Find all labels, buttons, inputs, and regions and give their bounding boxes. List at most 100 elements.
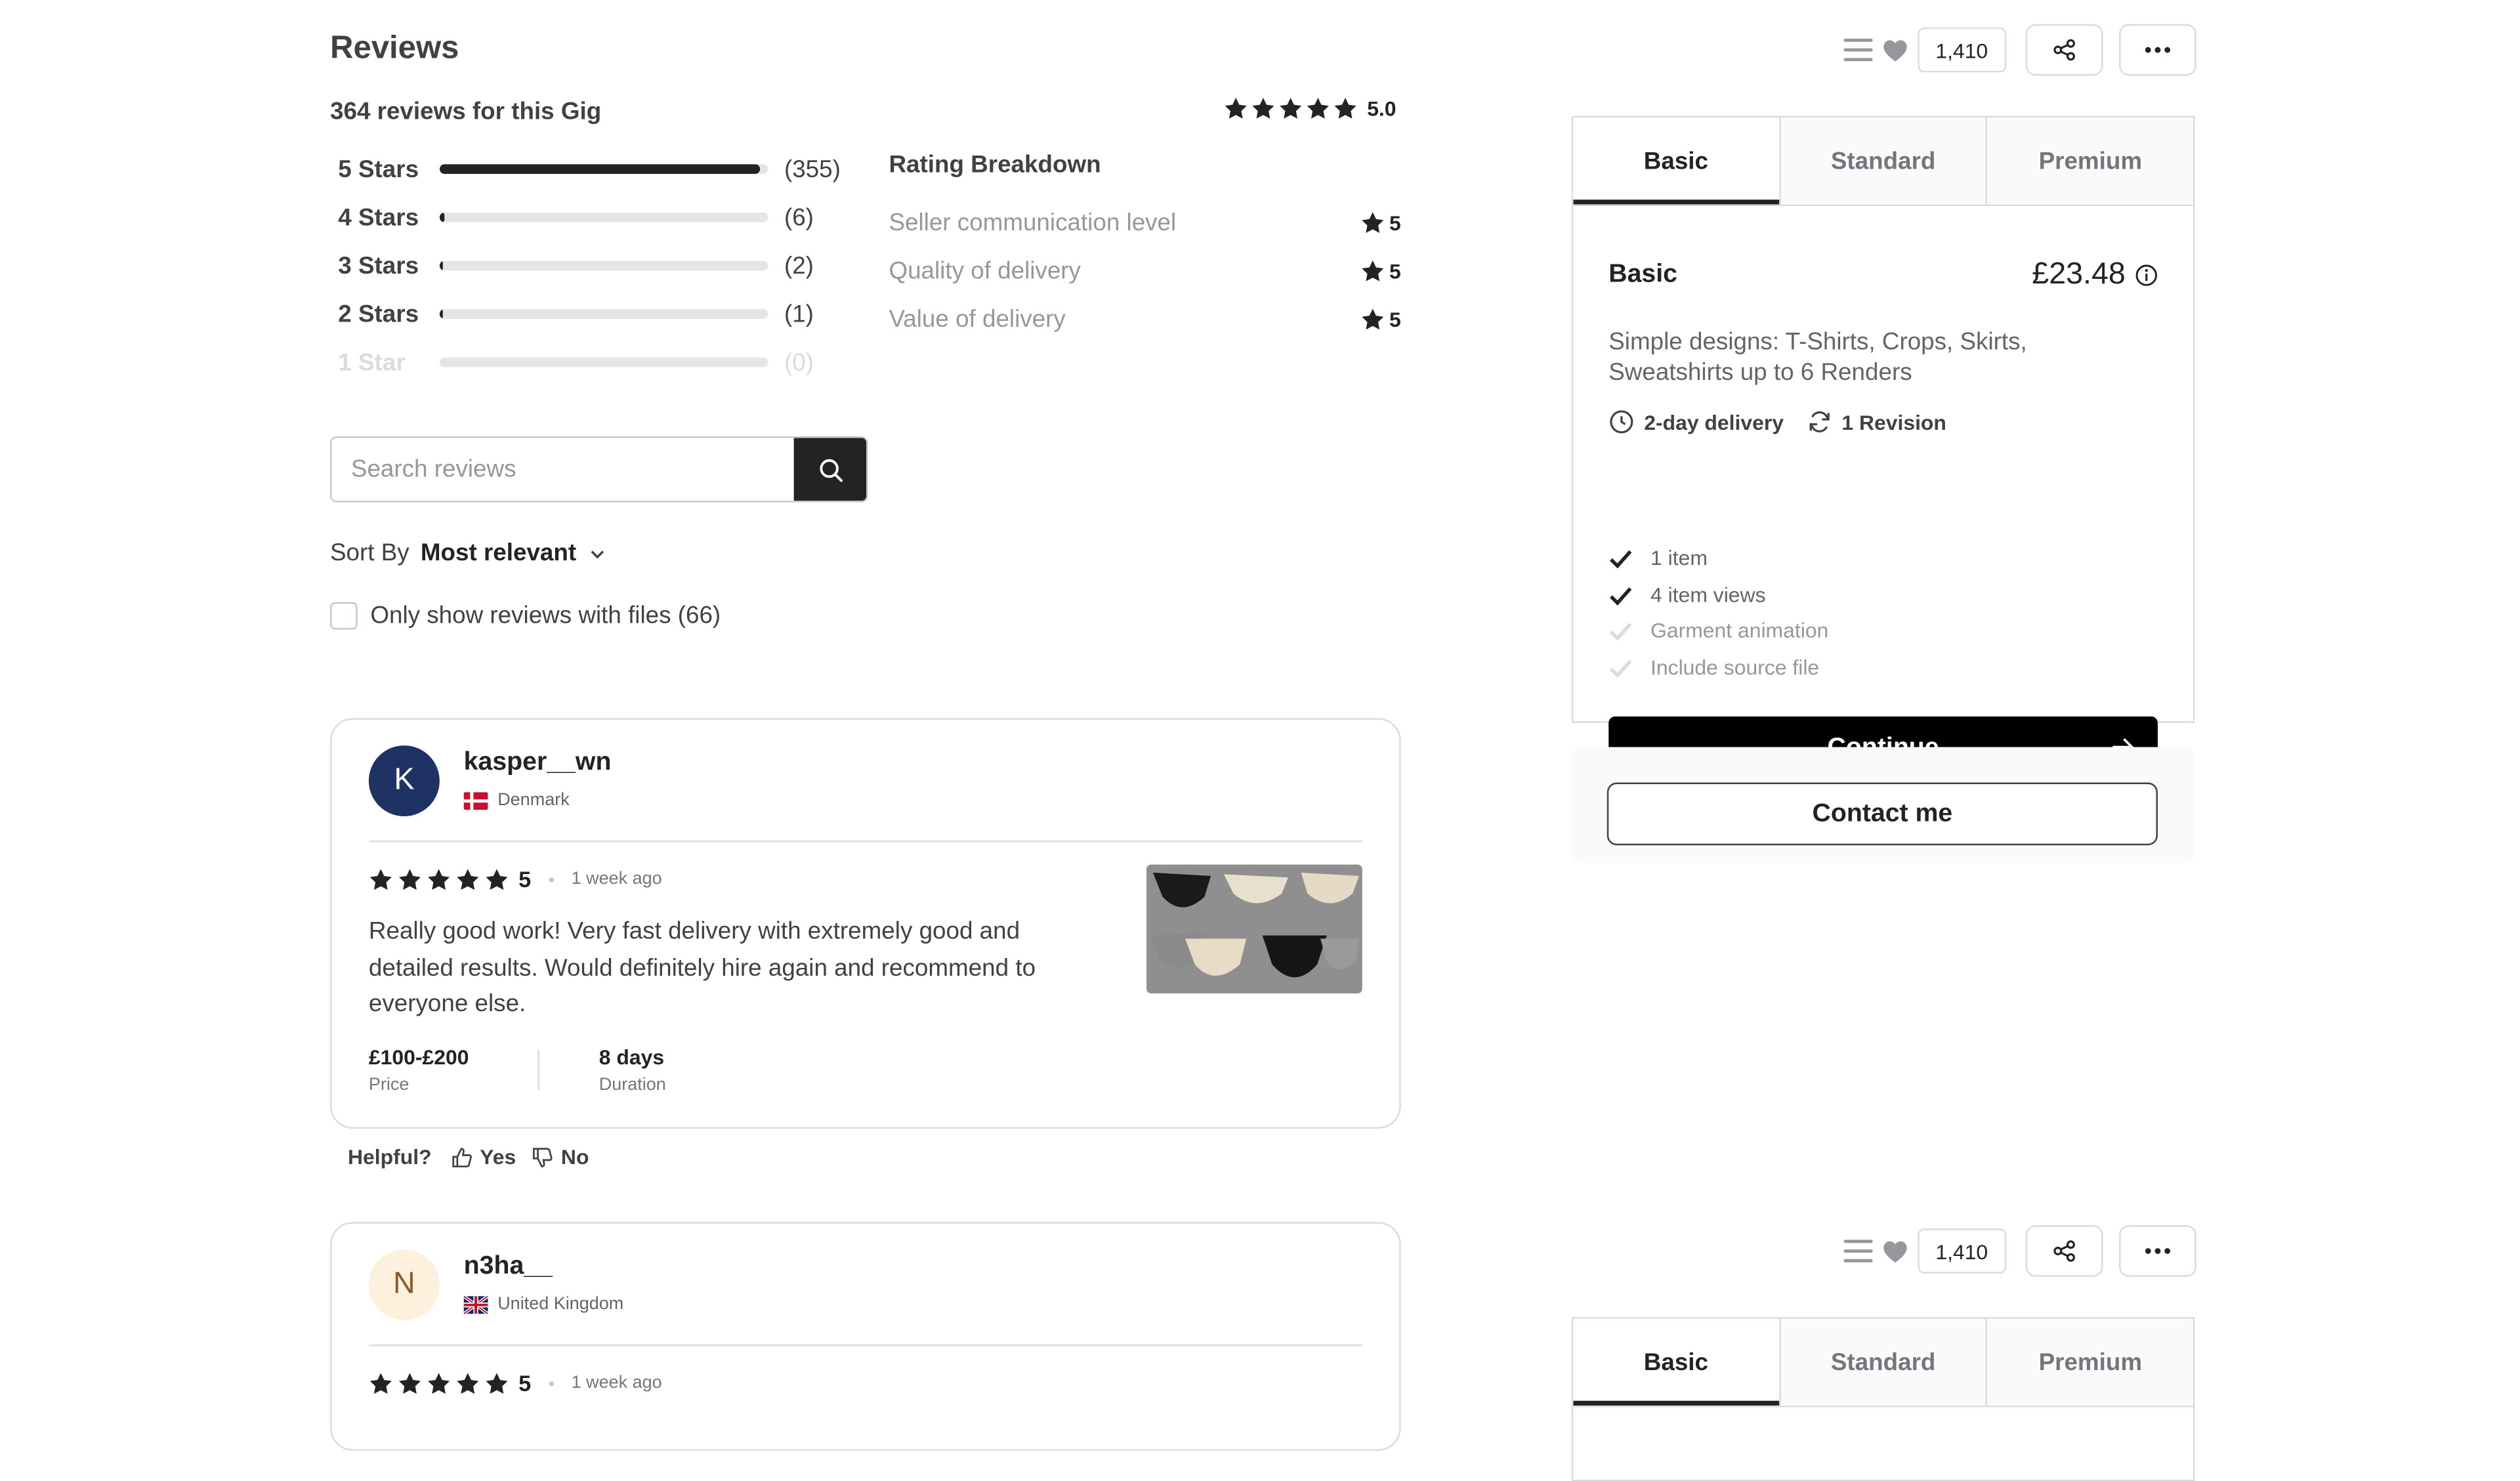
star-icon [1224,96,1248,121]
star-bar-track [439,261,768,271]
star-bar-count: (0) [784,348,814,376]
thumbs-up-icon [452,1147,472,1167]
star-bar-track [439,309,768,319]
share-button[interactable] [2025,1225,2103,1277]
review-duration: 8 days Duration [599,1045,666,1095]
star-bar-1: 1 Star (0) [338,346,814,379]
review-time: 1 week ago [571,1373,662,1393]
reviews-count: 364 reviews for this Gig [330,98,602,126]
avatar[interactable]: K [368,745,440,817]
review-search [330,436,868,503]
more-options-button[interactable] [2119,24,2196,76]
feature-label: 1 item [1650,545,1708,570]
check-icon [1610,621,1632,640]
separator-dot [549,877,554,882]
review-rating: 5 1 week ago [369,1370,662,1396]
breakdown-row: Quality of delivery 5 [889,258,1400,285]
tab-basic[interactable]: Basic [1573,117,1779,205]
review-rating: 5 1 week ago [369,866,662,892]
tab-standard[interactable]: Standard [1778,1318,1986,1406]
feature-label: Include source file [1650,655,1820,680]
helpful-yes-label: Yes [480,1144,516,1169]
separator-dot [549,1381,554,1386]
share-icon [2053,39,2075,61]
heart-icon[interactable] [1882,1239,1908,1263]
overall-rating-value: 5.0 [1367,96,1396,121]
star-icon [369,867,393,891]
review-price: £100-£200 Price [369,1045,469,1095]
star-bar-4[interactable]: 4 Stars (6) [338,201,814,234]
rating-breakdown-title: Rating Breakdown [889,151,1101,179]
star-bar-label: 2 Stars [338,300,419,328]
star-bar-2[interactable]: 2 Stars (1) [338,298,814,330]
gig-actions: 1,410 [1843,27,2006,73]
star-icon [427,1371,451,1395]
star-icon [1334,96,1358,121]
star-bar-fill [439,164,760,174]
helpful-label: Helpful? [347,1144,432,1169]
star-bar-3[interactable]: 3 Stars (2) [338,249,814,282]
share-icon [2053,1240,2075,1262]
list-icon[interactable] [1843,1240,1873,1262]
package-card: Basic Standard Premium Basic £23.48 Simp… [1571,115,2195,780]
star-icon [485,867,509,891]
tab-basic[interactable]: Basic [1573,1318,1779,1406]
sort-value: Most relevant [420,539,577,567]
tab-premium[interactable]: Premium [1986,117,2193,205]
star-icon [1278,96,1303,121]
list-icon[interactable] [1843,38,1873,62]
reviews-title: Reviews [330,30,459,66]
avatar[interactable]: N [368,1249,440,1321]
star-bar-label: 4 Stars [338,203,419,232]
files-filter[interactable]: Only show reviews with files (66) [330,602,721,630]
contact-me-button[interactable]: Contact me [1606,782,2158,846]
search-button[interactable] [793,438,867,501]
star-bar-5[interactable]: 5 Stars (355) [338,153,841,185]
star-bar-label: 1 Star [338,348,406,376]
share-button[interactable] [2025,24,2103,76]
more-options-button[interactable] [2119,1225,2196,1277]
heart-icon[interactable] [1882,38,1908,62]
package-delivery-info: 2-day delivery 1 Revision [1608,409,1946,434]
revisions: 1 Revision [1841,409,1946,434]
breakdown-row: Value of delivery 5 [889,306,1400,333]
price-label: Price [368,1075,410,1095]
star-bar-count: (6) [784,203,814,232]
review-rating-value: 5 [518,1370,532,1396]
tab-premium[interactable]: Premium [1986,1318,2193,1406]
helpful-yes-button[interactable]: Yes [451,1145,516,1169]
reviewer-name[interactable]: kasper__wn [464,749,612,778]
likes-count: 1,410 [1918,1228,2006,1274]
package-feature: Garment animation [1608,618,1828,642]
denmark-flag-icon [463,791,488,809]
check-icon [1610,659,1632,677]
sort-dropdown[interactable]: Sort By Most relevant [330,539,607,567]
reviewer-name[interactable]: n3ha__ [464,1253,553,1282]
review-rating-value: 5 [518,866,532,892]
package-feature: Include source file [1608,655,1820,680]
thumbs-down-icon [534,1147,553,1167]
tab-standard[interactable]: Standard [1778,117,1986,205]
gig-actions: 1,410 [1843,1228,2006,1274]
star-icon [369,1371,393,1395]
star-bar-fill [439,261,443,271]
star-icon [455,1371,480,1395]
price-value: £23.48 [2032,257,2126,292]
feature-label: 4 item views [1650,583,1766,608]
chevron-down-icon [591,549,604,558]
info-icon[interactable] [2135,264,2158,286]
package-card: Basic Standard Premium [1571,1317,2195,1481]
star-bar-count: (355) [784,155,841,183]
reviewer-country: United Kingdom [463,1295,623,1314]
sort-label: Sort By [330,539,410,567]
search-icon [819,458,842,482]
review-attachment-thumbnail[interactable] [1146,864,1362,993]
divider [368,1344,1362,1346]
reviewer-country: Denmark [463,791,570,810]
helpful-no-button[interactable]: No [532,1145,589,1169]
search-reviews-input[interactable] [331,438,794,501]
package-feature: 1 item [1608,546,1708,570]
star-icon [455,867,480,891]
divider [537,1049,539,1091]
files-filter-checkbox[interactable] [330,602,358,630]
